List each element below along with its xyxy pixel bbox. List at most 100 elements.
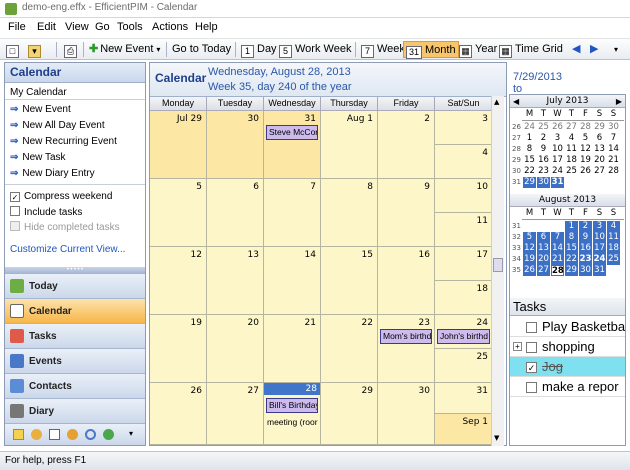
mini-day[interactable]: 28: [607, 166, 620, 177]
mini-day[interactable]: 2: [537, 133, 550, 144]
mini-day[interactable]: 20: [537, 254, 550, 265]
event-steve[interactable]: Steve McCor: [266, 125, 318, 140]
day-cell[interactable]: 19: [150, 315, 207, 383]
mini-day[interactable]: 31: [551, 177, 564, 188]
mini-day[interactable]: 26: [579, 166, 592, 177]
globe-icon[interactable]: [67, 429, 78, 440]
day-cell[interactable]: 14: [264, 247, 321, 315]
key-icon[interactable]: [31, 429, 42, 440]
mini-day[interactable]: 12: [579, 144, 592, 155]
mini-day[interactable]: 11: [565, 144, 578, 155]
include-tasks-checkbox[interactable]: Include tasks: [10, 206, 82, 218]
mini-day[interactable]: 19: [579, 155, 592, 166]
calendar-scrollbar[interactable]: ▲ ▼: [491, 96, 504, 446]
action-new-recurring-event[interactable]: ⇒ New Recurring Event: [10, 136, 117, 147]
mini-day[interactable]: 7: [551, 232, 564, 243]
mini-day[interactable]: 14: [551, 243, 564, 254]
event-meeting[interactable]: meeting (roor: [267, 417, 318, 427]
task-checkbox[interactable]: [526, 342, 537, 353]
prev-month-icon[interactable]: ◀: [513, 95, 519, 108]
mini-day[interactable]: 10: [551, 144, 564, 155]
customize-view-link[interactable]: Customize Current View...: [10, 244, 125, 255]
day-cell[interactable]: 9: [378, 179, 435, 247]
day-cell[interactable]: 23 Mom's birthd: [378, 315, 435, 383]
task-checkbox-checked[interactable]: ✓: [526, 362, 537, 373]
open-folder-icon[interactable]: ▾: [26, 41, 46, 58]
sync-icon[interactable]: [103, 429, 114, 440]
clipboard-icon[interactable]: [49, 429, 60, 440]
mini-day[interactable]: 29: [593, 122, 606, 133]
mini-day[interactable]: 24: [593, 254, 606, 265]
mini-day[interactable]: 3: [593, 221, 606, 232]
mini-day[interactable]: 15: [523, 155, 536, 166]
next-month-icon[interactable]: ▶: [616, 95, 622, 108]
mini-day[interactable]: 6: [537, 232, 550, 243]
mini-day[interactable]: 19: [523, 254, 536, 265]
month-view-button[interactable]: 31 Month: [403, 41, 459, 59]
day-cell[interactable]: 30: [378, 383, 435, 445]
action-new-task[interactable]: ⇒ New Task: [10, 152, 66, 163]
task-item[interactable]: + shopping: [510, 337, 625, 357]
nav-calendar[interactable]: Calendar: [5, 298, 145, 323]
nav-events[interactable]: Events: [5, 348, 145, 373]
task-item[interactable]: Play Basketba: [510, 317, 625, 337]
mini-day[interactable]: 12: [523, 243, 536, 254]
mini-day[interactable]: 17: [551, 155, 564, 166]
chevron-down-icon[interactable]: ▾: [129, 429, 133, 438]
event-bill-birthday[interactable]: Bill's Birthday: [266, 398, 318, 413]
hide-completed-tasks-checkbox[interactable]: Hide completed tasks: [10, 221, 120, 233]
day-cell[interactable]: 25: [435, 349, 493, 383]
scroll-up-icon[interactable]: ▲: [494, 98, 499, 106]
mini-day[interactable]: 30: [579, 265, 592, 276]
day-cell-today[interactable]: 28 Bill's Birthday meeting (roor: [264, 383, 321, 445]
menu-edit[interactable]: Edit: [37, 21, 56, 33]
mini-day[interactable]: 4: [607, 221, 620, 232]
day-view-button[interactable]: 1 Day: [239, 41, 279, 58]
menu-help[interactable]: Help: [195, 21, 218, 33]
scroll-thumb[interactable]: [493, 258, 503, 272]
mini-day[interactable]: 26: [523, 265, 536, 276]
search-icon[interactable]: [85, 429, 96, 440]
mini-day[interactable]: 22: [523, 166, 536, 177]
back-arrow-icon[interactable]: ◀: [570, 41, 582, 58]
day-cell[interactable]: 15: [321, 247, 378, 315]
task-checkbox[interactable]: [526, 382, 537, 393]
mini-day[interactable]: 30: [537, 177, 550, 188]
day-cell[interactable]: 29: [321, 383, 378, 445]
go-to-today-button[interactable]: Go to Today: [170, 41, 233, 58]
day-cell[interactable]: 3: [435, 111, 493, 145]
notes-icon[interactable]: [13, 429, 24, 440]
nav-diary[interactable]: Diary: [5, 398, 145, 423]
mini-day[interactable]: 24: [551, 166, 564, 177]
day-cell[interactable]: 12: [150, 247, 207, 315]
task-item[interactable]: make a repor: [510, 377, 625, 397]
mini-day[interactable]: 25: [565, 166, 578, 177]
forward-arrow-icon[interactable]: ▶: [588, 41, 600, 58]
day-cell[interactable]: Aug 1: [321, 111, 378, 179]
mini-day[interactable]: 16: [537, 155, 550, 166]
mini-day-selected[interactable]: 28: [551, 265, 564, 276]
day-cell[interactable]: Jul 29: [150, 111, 207, 179]
day-cell[interactable]: 5: [150, 179, 207, 247]
mini-day[interactable]: 21: [607, 155, 620, 166]
mini-day[interactable]: 17: [593, 243, 606, 254]
day-cell[interactable]: 6: [207, 179, 264, 247]
mini-day[interactable]: 23: [537, 166, 550, 177]
mini-day[interactable]: 4: [565, 133, 578, 144]
mini-day[interactable]: 18: [607, 243, 620, 254]
mini-day[interactable]: 13: [537, 243, 550, 254]
mini-day[interactable]: 18: [565, 155, 578, 166]
day-cell[interactable]: 10: [435, 179, 493, 213]
day-cell[interactable]: 21: [264, 315, 321, 383]
day-cell[interactable]: 31 Steve McCor: [264, 111, 321, 179]
day-cell[interactable]: 30: [207, 111, 264, 179]
mini-day[interactable]: 27: [593, 166, 606, 177]
mini-day[interactable]: 16: [579, 243, 592, 254]
day-cell[interactable]: 26: [150, 383, 207, 445]
week-view-button[interactable]: 7 Week: [359, 41, 407, 58]
mini-day[interactable]: 26: [551, 122, 564, 133]
mini-day[interactable]: 9: [537, 144, 550, 155]
task-checkbox[interactable]: [526, 322, 537, 333]
mini-day[interactable]: 9: [579, 232, 592, 243]
mini-day[interactable]: 7: [607, 133, 620, 144]
